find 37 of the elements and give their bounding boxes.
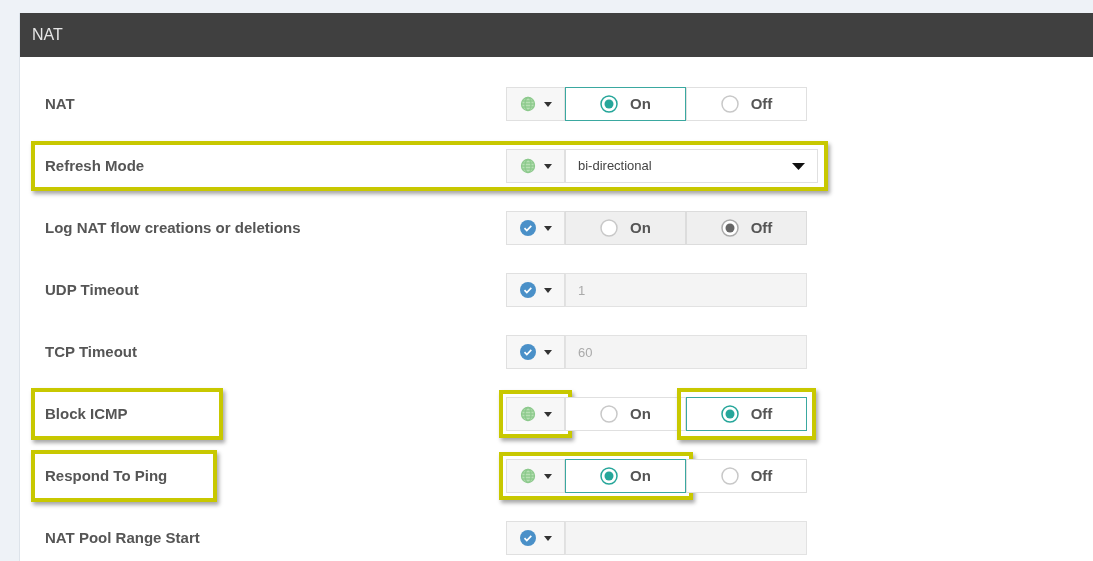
scope-dropdown-button[interactable] [506,459,565,493]
check-circle-icon [519,220,536,236]
radio-option[interactable]: Off [686,87,807,121]
check-circle-icon [519,282,536,298]
caret-icon [543,101,552,107]
caret-icon [543,163,552,169]
field-label: Block ICMP [45,405,128,422]
mode-select[interactable]: bi-directional [565,149,818,183]
caret-icon [792,162,805,170]
caret-icon [543,349,552,355]
radio-option[interactable]: On [565,87,686,121]
caret-icon [543,535,552,541]
globe-icon [519,158,536,174]
panel-title: NAT [32,25,63,45]
field-label: Respond To Ping [45,467,168,484]
field-label: NAT Pool Range Start [45,529,200,546]
globe-icon [519,406,536,422]
radio-option[interactable]: Off [686,397,807,431]
field-label: Log NAT flow creations or deletions [45,219,301,236]
caret-icon [543,411,552,417]
check-circle-icon [519,530,536,546]
caret-icon [543,287,552,293]
caret-icon [543,225,552,231]
radio-option[interactable]: On [565,397,686,431]
radio-option[interactable]: Off [686,459,807,493]
field-label: TCP Timeout [45,343,137,360]
radio-option[interactable]: On [565,459,686,493]
caret-icon [543,473,552,479]
globe-icon [519,96,536,112]
field-label: Refresh Mode [45,157,145,174]
check-circle-icon [519,344,536,360]
scope-dropdown-button[interactable] [506,397,565,431]
scope-dropdown-button[interactable] [506,87,565,121]
globe-icon [519,468,536,484]
field-label: UDP Timeout [45,281,139,298]
scope-dropdown-button[interactable] [506,149,565,183]
field-label: NAT [45,95,75,112]
